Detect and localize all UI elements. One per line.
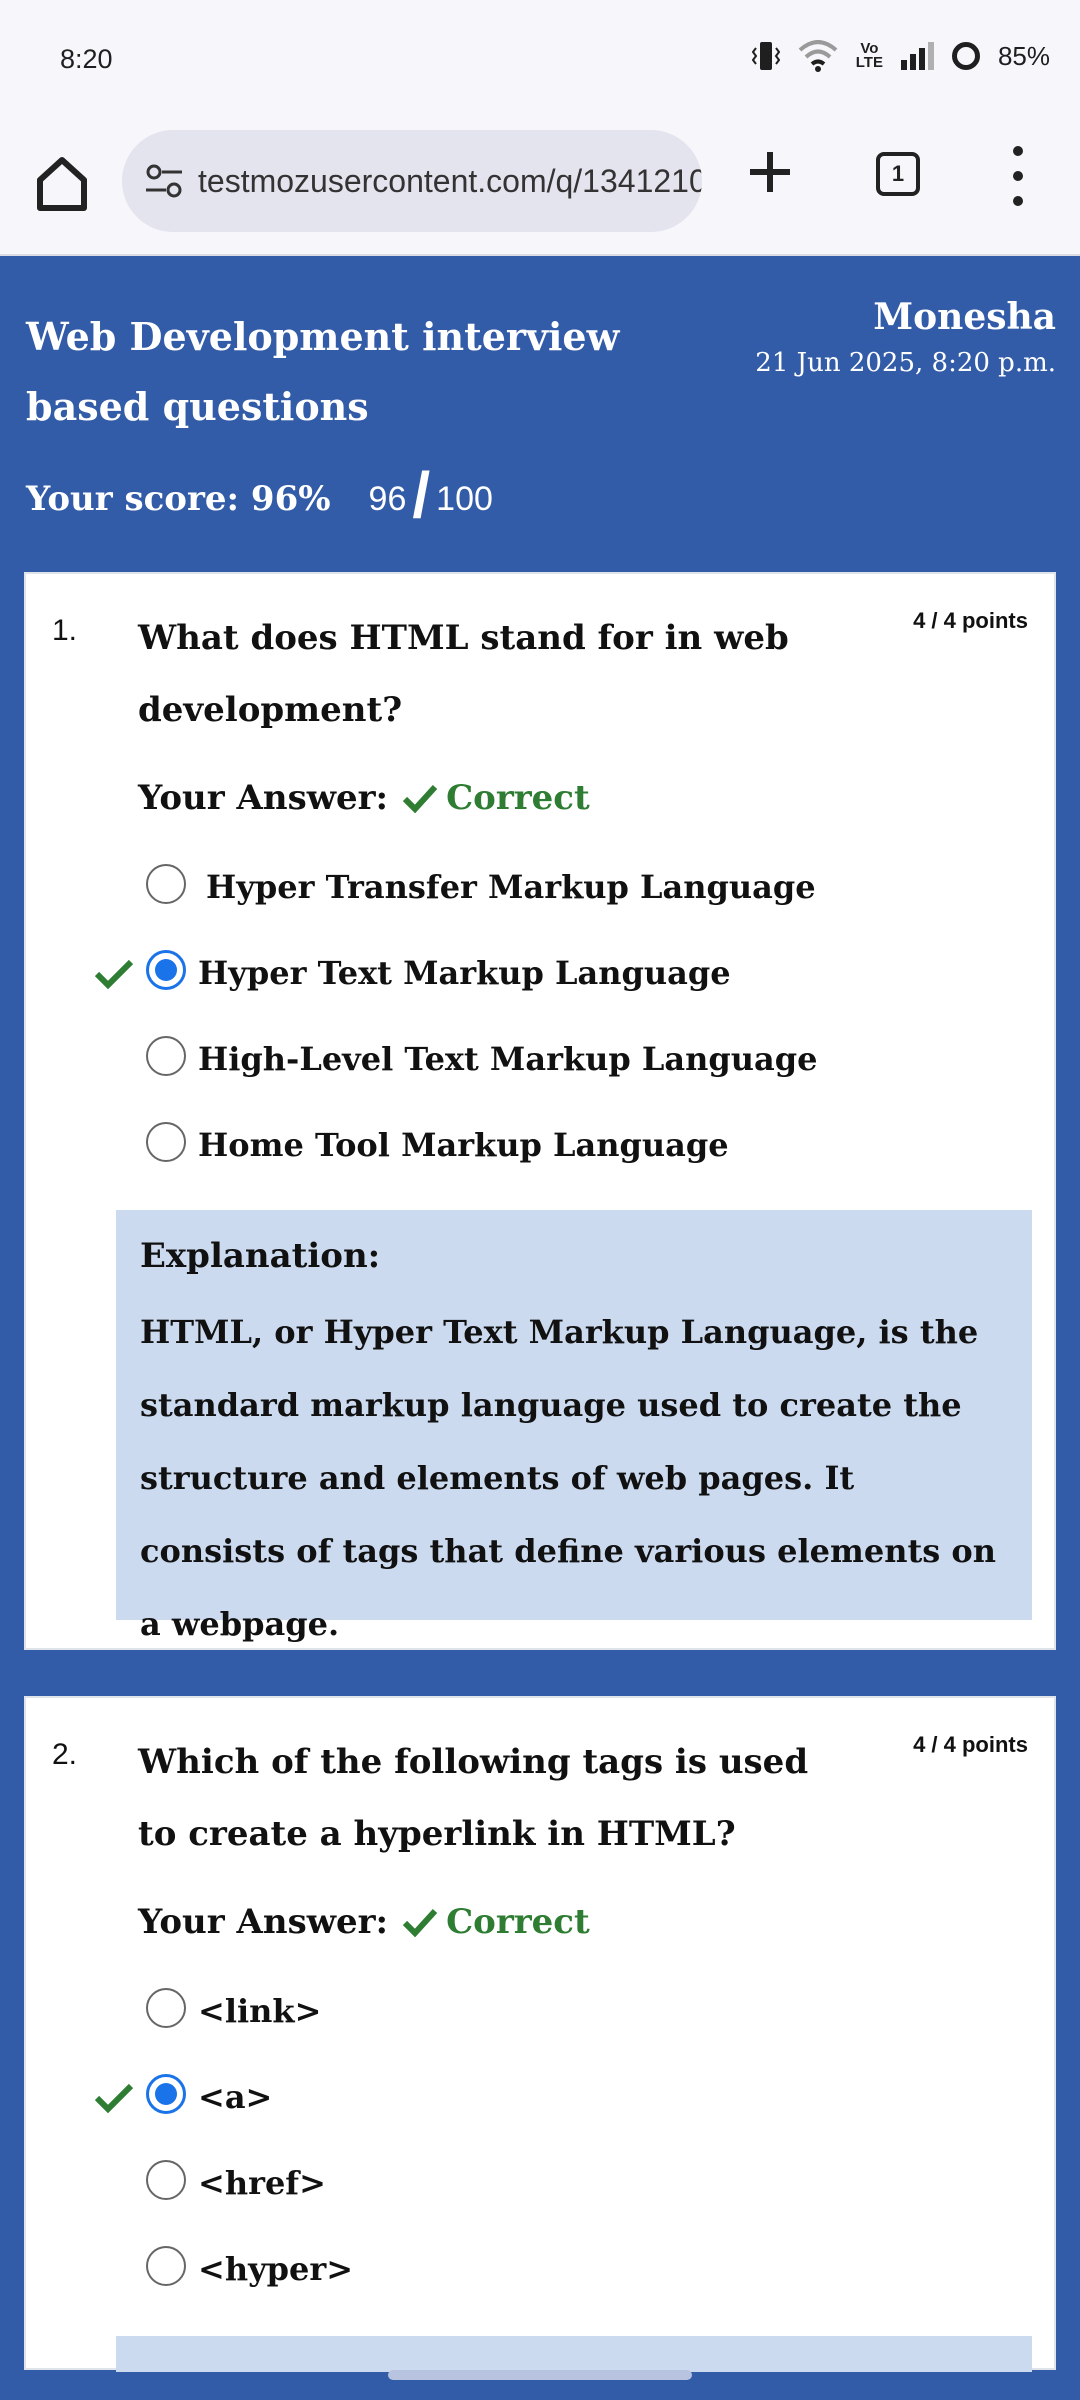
answer-option[interactable]: <link> bbox=[26, 1982, 1026, 2042]
option-label: <href> bbox=[198, 2164, 326, 2202]
new-tab-icon[interactable] bbox=[742, 144, 798, 200]
radio-button[interactable] bbox=[146, 1988, 186, 2028]
radio-button[interactable] bbox=[146, 1122, 186, 1162]
option-label: <hyper> bbox=[198, 2250, 354, 2288]
submit-date: 21 Jun 2025, 8:20 p.m. bbox=[755, 348, 1056, 378]
explanation-title: Explanation: bbox=[140, 1236, 381, 1276]
site-settings-icon[interactable] bbox=[144, 161, 184, 201]
correct-check-icon bbox=[94, 2083, 134, 2114]
explanation-box bbox=[116, 2336, 1032, 2372]
option-label: High-Level Text Markup Language bbox=[198, 1040, 818, 1078]
explanation-text: HTML, or Hyper Text Markup Language, is … bbox=[140, 1313, 996, 1643]
url-text[interactable]: testmozusercontent.com/q/1341210 bbox=[198, 163, 702, 200]
user-name: Monesha bbox=[873, 296, 1056, 338]
battery-icon bbox=[951, 42, 980, 70]
question-points: 4 / 4 points bbox=[913, 608, 1028, 633]
score-earned: 96 bbox=[368, 479, 407, 518]
answer-option[interactable]: <href> bbox=[26, 2154, 1026, 2214]
option-label: Hyper Text Markup Language bbox=[198, 954, 731, 992]
question-number: 1. bbox=[52, 614, 78, 647]
answer-option[interactable]: Hyper Transfer Markup Language bbox=[26, 858, 1026, 918]
address-bar[interactable]: testmozusercontent.com/q/1341210 bbox=[122, 130, 702, 232]
radio-button[interactable] bbox=[146, 2246, 186, 2286]
score-summary: Your score: 96% 96 / 100 bbox=[26, 459, 493, 536]
wifi-icon bbox=[798, 40, 838, 72]
option-label: Home Tool Markup Language bbox=[198, 1126, 729, 1164]
status-bar: 8:20 Vo LTE 85% bbox=[0, 0, 1080, 122]
question-card: 2. Which of the following tags is used t… bbox=[24, 1696, 1056, 2372]
browser-toolbar: testmozusercontent.com/q/1341210 1 bbox=[0, 122, 1080, 256]
answer-option[interactable]: <hyper> bbox=[26, 2240, 1026, 2300]
result-label: Correct bbox=[446, 778, 590, 818]
radio-button-selected[interactable] bbox=[146, 950, 186, 990]
quiz-title: Web Development interview based question… bbox=[26, 314, 620, 429]
status-icons: Vo LTE 85% bbox=[751, 40, 1050, 72]
answer-option[interactable]: High-Level Text Markup Language bbox=[26, 1030, 1026, 1090]
option-label: Hyper Transfer Markup Language bbox=[206, 868, 816, 906]
answer-option[interactable]: Hyper Text Markup Language bbox=[26, 944, 1026, 1004]
gesture-bar[interactable] bbox=[388, 2370, 692, 2380]
answer-option[interactable]: <a> bbox=[26, 2068, 1026, 2128]
question-text: Which of the following tags is used to c… bbox=[138, 1742, 809, 1854]
answer-option[interactable]: Home Tool Markup Language bbox=[26, 1116, 1026, 1176]
score-total: 100 bbox=[436, 479, 493, 518]
option-label: <link> bbox=[198, 1992, 322, 2030]
radio-button[interactable] bbox=[146, 864, 186, 904]
volte-label: Vo LTE bbox=[855, 40, 883, 71]
result-label: Correct bbox=[446, 1902, 590, 1942]
question-points: 4 / 4 points bbox=[913, 1732, 1028, 1757]
score-fraction: 96 / 100 bbox=[368, 459, 493, 536]
your-answer-row: Your Answer: Correct bbox=[138, 778, 590, 818]
check-icon bbox=[402, 1908, 438, 1937]
score-divider: / bbox=[412, 459, 431, 531]
radio-button-selected[interactable] bbox=[146, 2074, 186, 2114]
home-icon[interactable] bbox=[34, 152, 90, 216]
correct-check-icon bbox=[94, 959, 134, 990]
tab-switcher-button[interactable]: 1 bbox=[876, 152, 920, 196]
explanation-box: Explanation: HTML, or Hyper Text Markup … bbox=[116, 1210, 1032, 1643]
your-answer-label: Your Answer: bbox=[138, 778, 389, 818]
radio-button[interactable] bbox=[146, 2160, 186, 2200]
question-card: 1. What does HTML stand for in web devel… bbox=[24, 572, 1056, 1650]
question-number: 2. bbox=[52, 1738, 78, 1771]
your-answer-row: Your Answer: Correct bbox=[138, 1902, 590, 1942]
check-icon bbox=[402, 784, 438, 813]
your-answer-label: Your Answer: bbox=[138, 1902, 389, 1942]
radio-button[interactable] bbox=[146, 1036, 186, 1076]
more-options-icon[interactable] bbox=[1006, 146, 1030, 206]
question-text: What does HTML stand for in web developm… bbox=[138, 618, 789, 730]
vibrate-icon bbox=[751, 42, 780, 70]
battery-percent: 85% bbox=[997, 40, 1050, 71]
status-time: 8:20 bbox=[60, 44, 113, 74]
score-label: Your score: 96% bbox=[26, 479, 331, 519]
option-label: <a> bbox=[198, 2078, 273, 2116]
signal-icon bbox=[900, 42, 934, 70]
